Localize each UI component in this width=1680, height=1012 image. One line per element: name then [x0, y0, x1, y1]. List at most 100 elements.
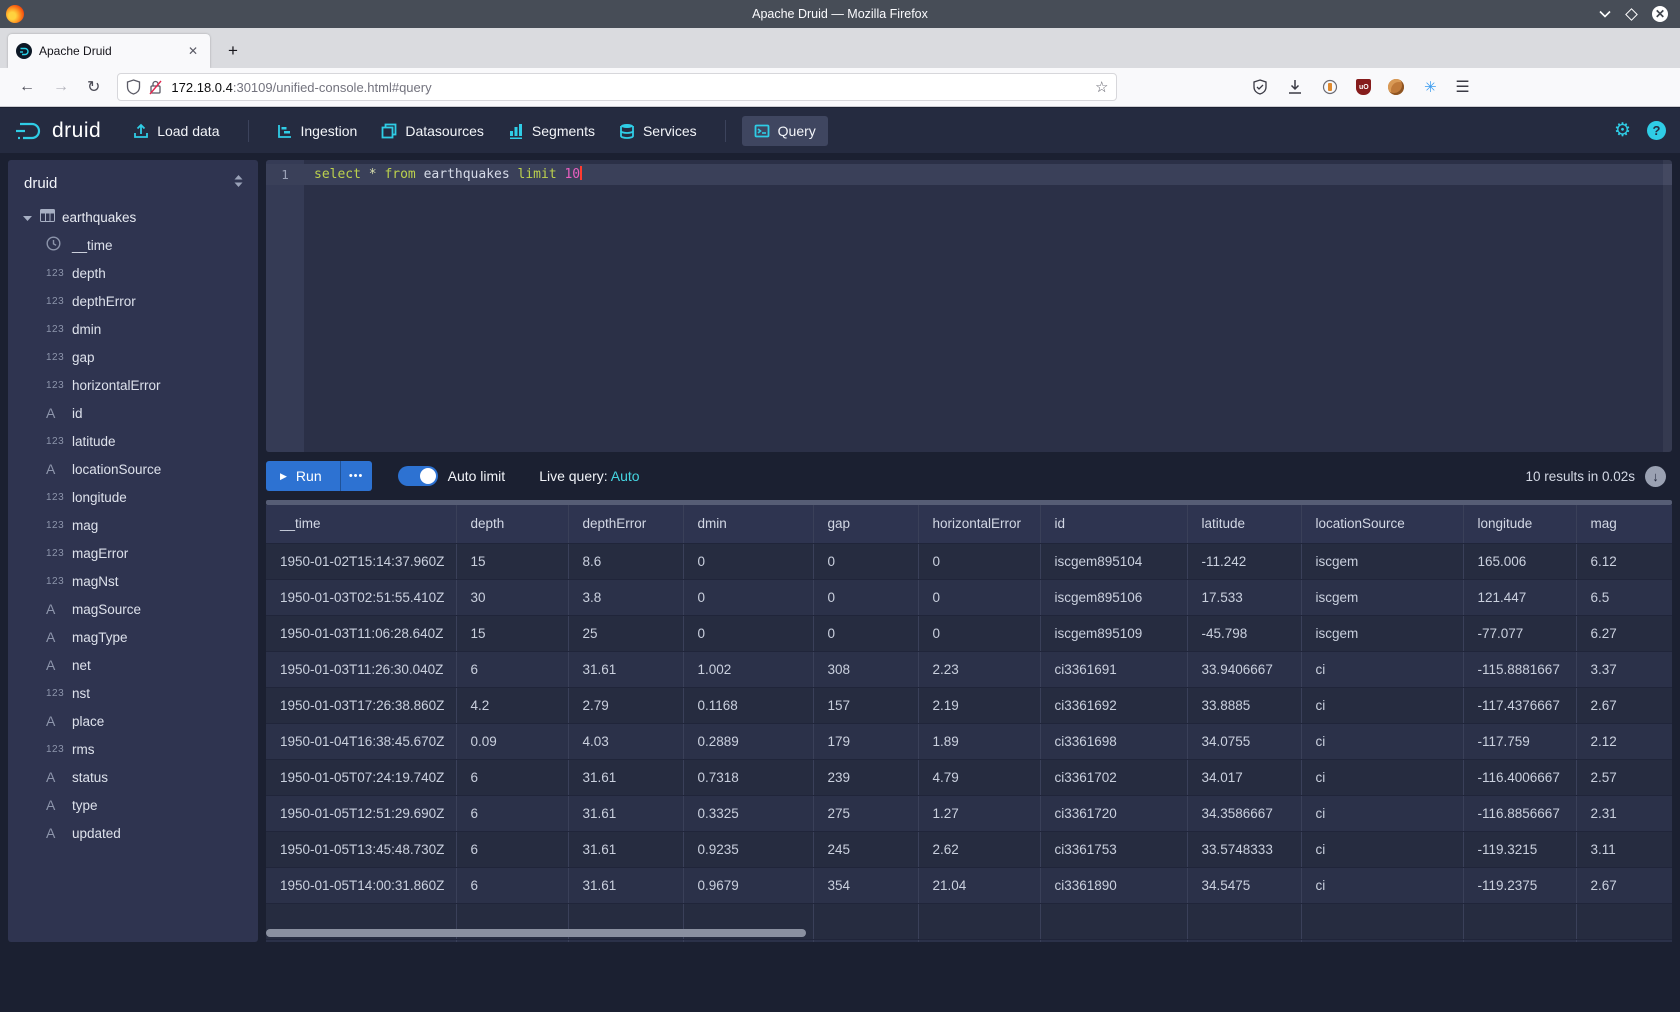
- table-cell[interactable]: 31.61: [568, 831, 683, 867]
- table-cell[interactable]: 3.11: [1576, 831, 1672, 867]
- sidebar-column-magSource[interactable]: AmagSource: [8, 595, 258, 623]
- sidebar-column-rms[interactable]: 123rms: [8, 735, 258, 763]
- table-cell[interactable]: 165.006: [1463, 543, 1576, 579]
- table-cell[interactable]: -77.077: [1463, 615, 1576, 651]
- table-cell[interactable]: 34.5475: [1187, 867, 1301, 903]
- sidebar-column-type[interactable]: Atype: [8, 791, 258, 819]
- help-icon[interactable]: ?: [1647, 121, 1666, 140]
- table-cell[interactable]: iscgem: [1301, 615, 1463, 651]
- table-cell[interactable]: 0.09: [456, 723, 568, 759]
- table-cell[interactable]: 2.31: [1576, 795, 1672, 831]
- table-cell[interactable]: 6: [456, 795, 568, 831]
- table-cell[interactable]: -117.4376667: [1463, 687, 1576, 723]
- table-cell[interactable]: 33.5748333: [1187, 831, 1301, 867]
- chevron-down-icon[interactable]: [22, 210, 40, 225]
- table-cell[interactable]: ci: [1301, 795, 1463, 831]
- table-cell[interactable]: 31.61: [568, 651, 683, 687]
- tracking-shield-icon[interactable]: [126, 79, 141, 95]
- table-cell[interactable]: 1.89: [918, 723, 1040, 759]
- table-cell[interactable]: 1.002: [683, 651, 813, 687]
- cookie-extension-icon[interactable]: [1388, 79, 1404, 95]
- sidebar-column-locationSource[interactable]: AlocationSource: [8, 455, 258, 483]
- table-cell[interactable]: 0: [683, 579, 813, 615]
- table-cell[interactable]: 2.19: [918, 687, 1040, 723]
- sidebar-column-horizontalError[interactable]: 123horizontalError: [8, 371, 258, 399]
- sidebar-column-depthError[interactable]: 123depthError: [8, 287, 258, 315]
- sidebar-column-place[interactable]: Aplace: [8, 707, 258, 735]
- table-cell[interactable]: 0: [683, 543, 813, 579]
- sidebar-column-mag[interactable]: 123mag: [8, 511, 258, 539]
- table-cell[interactable]: 6: [456, 759, 568, 795]
- table-cell[interactable]: 2.67: [1576, 687, 1672, 723]
- sidebar-column-depth[interactable]: 123depth: [8, 259, 258, 287]
- table-cell[interactable]: ci3361698: [1040, 723, 1187, 759]
- nav-item-services[interactable]: Services: [607, 116, 709, 146]
- table-cell[interactable]: iscgem: [1301, 543, 1463, 579]
- table-cell[interactable]: 6: [456, 831, 568, 867]
- table-cell[interactable]: -45.798: [1187, 615, 1301, 651]
- column-header-latitude[interactable]: latitude: [1187, 505, 1301, 543]
- table-cell[interactable]: 1950-01-05T13:45:48.730Z: [266, 831, 456, 867]
- back-icon[interactable]: ←: [10, 76, 44, 98]
- sidebar-column-__time[interactable]: __time: [8, 231, 258, 259]
- table-cell[interactable]: 0.9679: [683, 867, 813, 903]
- table-cell[interactable]: 6.27: [1576, 615, 1672, 651]
- table-cell[interactable]: 6: [456, 651, 568, 687]
- table-cell[interactable]: 6.12: [1576, 543, 1672, 579]
- table-cell[interactable]: 1950-01-04T16:38:45.670Z: [266, 723, 456, 759]
- table-cell[interactable]: -11.242: [1187, 543, 1301, 579]
- table-cell[interactable]: 0: [813, 579, 918, 615]
- nav-item-load-data[interactable]: Load data: [121, 116, 231, 146]
- window-close-button[interactable]: ✕: [1652, 6, 1668, 22]
- column-header-__time[interactable]: __time: [266, 505, 456, 543]
- sidebar-column-id[interactable]: Aid: [8, 399, 258, 427]
- table-cell[interactable]: 0.7318: [683, 759, 813, 795]
- table-cell[interactable]: 0.2889: [683, 723, 813, 759]
- tab-close-icon[interactable]: ✕: [184, 42, 202, 60]
- table-cell[interactable]: 34.3586667: [1187, 795, 1301, 831]
- sidebar-column-dmin[interactable]: 123dmin: [8, 315, 258, 343]
- table-cell[interactable]: 179: [813, 723, 918, 759]
- table-cell[interactable]: 2.79: [568, 687, 683, 723]
- column-header-mag[interactable]: mag: [1576, 505, 1672, 543]
- table-cell[interactable]: ci3361692: [1040, 687, 1187, 723]
- table-cell[interactable]: 157: [813, 687, 918, 723]
- window-maximize-button[interactable]: [1625, 8, 1638, 21]
- table-cell[interactable]: ci: [1301, 759, 1463, 795]
- table-cell[interactable]: 0: [918, 579, 1040, 615]
- table-cell[interactable]: 4.79: [918, 759, 1040, 795]
- table-cell[interactable]: 0.9235: [683, 831, 813, 867]
- pinwheel-extension-icon[interactable]: ✳: [1421, 78, 1439, 96]
- query-text[interactable]: select * from earthquakes limit 10: [314, 164, 582, 185]
- table-cell[interactable]: ci: [1301, 867, 1463, 903]
- table-cell[interactable]: 34.017: [1187, 759, 1301, 795]
- table-cell[interactable]: 33.8885: [1187, 687, 1301, 723]
- table-cell[interactable]: 6.5: [1576, 579, 1672, 615]
- auto-limit-toggle[interactable]: [398, 466, 438, 486]
- table-cell[interactable]: 31.61: [568, 795, 683, 831]
- druid-brand[interactable]: druid: [14, 119, 101, 143]
- sidebar-column-nst[interactable]: 123nst: [8, 679, 258, 707]
- table-cell[interactable]: 8.6: [568, 543, 683, 579]
- table-cell[interactable]: 15: [456, 615, 568, 651]
- table-cell[interactable]: ci3361702: [1040, 759, 1187, 795]
- table-cell[interactable]: ci: [1301, 723, 1463, 759]
- sidebar-column-latitude[interactable]: 123latitude: [8, 427, 258, 455]
- table-cell[interactable]: 121.447: [1463, 579, 1576, 615]
- table-cell[interactable]: 6: [456, 867, 568, 903]
- nav-item-ingestion[interactable]: Ingestion: [265, 116, 370, 146]
- schema-select-caret-icon[interactable]: [233, 174, 244, 193]
- table-cell[interactable]: iscgem: [1301, 579, 1463, 615]
- table-cell[interactable]: ci3361691: [1040, 651, 1187, 687]
- table-cell[interactable]: 0: [683, 615, 813, 651]
- sidebar-table-earthquakes[interactable]: earthquakes: [8, 203, 258, 231]
- browser-tab[interactable]: Apache Druid ✕: [8, 34, 210, 68]
- table-cell[interactable]: ci: [1301, 687, 1463, 723]
- table-cell[interactable]: 1950-01-05T12:51:29.690Z: [266, 795, 456, 831]
- table-cell[interactable]: ci3361720: [1040, 795, 1187, 831]
- query-editor[interactable]: 1 select * from earthquakes limit 10: [266, 160, 1672, 452]
- column-header-gap[interactable]: gap: [813, 505, 918, 543]
- gear-icon[interactable]: ⚙: [1614, 119, 1631, 142]
- menu-icon[interactable]: ☰: [1455, 77, 1469, 97]
- table-cell[interactable]: -116.8856667: [1463, 795, 1576, 831]
